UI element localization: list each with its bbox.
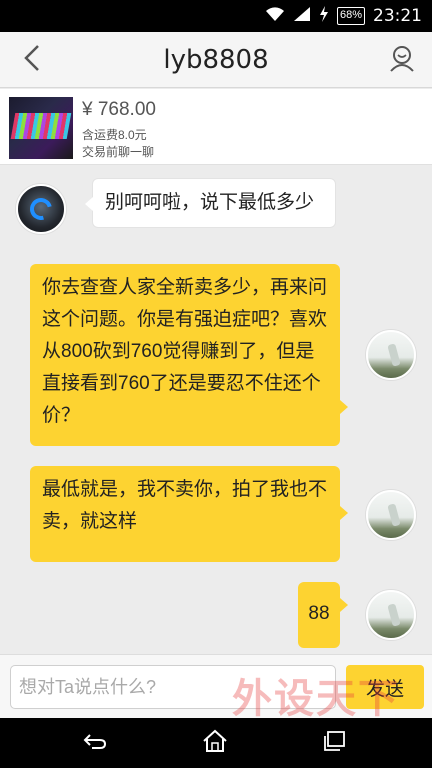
title-bar: lyb8808 xyxy=(0,32,432,88)
avatar[interactable] xyxy=(366,590,416,640)
input-bar: 发送 xyxy=(0,654,432,718)
product-price: ¥ 768.00 xyxy=(82,99,156,120)
nav-home-button[interactable] xyxy=(190,723,240,763)
signal-icon xyxy=(293,6,311,27)
send-button[interactable]: 发送 xyxy=(346,665,424,709)
user-icon xyxy=(388,44,416,77)
navigation-bar xyxy=(0,718,432,768)
chevron-left-icon xyxy=(22,44,42,77)
product-card[interactable]: ¥ 768.00 含运费8.0元 交易前聊一聊 xyxy=(0,89,432,165)
recents-icon xyxy=(323,730,347,757)
avatar[interactable] xyxy=(366,330,416,380)
avatar[interactable] xyxy=(366,490,416,540)
back-arrow-icon xyxy=(82,731,108,756)
shipping-fee: 含运费8.0元 xyxy=(82,128,147,142)
clock: 23:21 xyxy=(373,6,422,26)
nav-back-button[interactable] xyxy=(70,723,120,763)
message-bubble-outgoing: 最低就是，我不卖你，拍了我也不卖，就这样 xyxy=(30,466,348,562)
message-bubble-outgoing: 88 xyxy=(298,582,348,648)
message-text: 88 xyxy=(308,603,330,624)
chat-area[interactable]: 别呵呵啦，说下最低多少 你去查查人家全新卖多少，再来问这个问题。你是有强迫症吧？… xyxy=(0,166,432,654)
page-title: lyb8808 xyxy=(163,45,269,75)
chat-tip: 交易前聊一聊 xyxy=(82,145,155,159)
message-text: 最低就是，我不卖你，拍了我也不卖，就这样 xyxy=(42,479,328,532)
product-thumbnail xyxy=(9,97,73,159)
nav-recents-button[interactable] xyxy=(310,723,360,763)
avatar[interactable] xyxy=(16,184,66,234)
user-profile-button[interactable] xyxy=(382,40,422,80)
home-icon xyxy=(202,729,228,758)
battery-indicator: 68% xyxy=(336,7,365,25)
message-bubble-incoming: 别呵呵啦，说下最低多少 xyxy=(85,178,336,228)
wifi-icon xyxy=(265,6,285,27)
message-text: 你去查查人家全新卖多少，再来问这个问题。你是有强迫症吧？喜欢从800砍到760觉… xyxy=(42,277,328,426)
message-input[interactable] xyxy=(10,665,336,709)
status-bar: 68% 23:21 xyxy=(0,0,432,32)
back-button[interactable] xyxy=(12,40,52,80)
message-bubble-outgoing: 你去查查人家全新卖多少，再来问这个问题。你是有强迫症吧？喜欢从800砍到760觉… xyxy=(30,264,348,446)
charging-icon xyxy=(319,5,329,27)
